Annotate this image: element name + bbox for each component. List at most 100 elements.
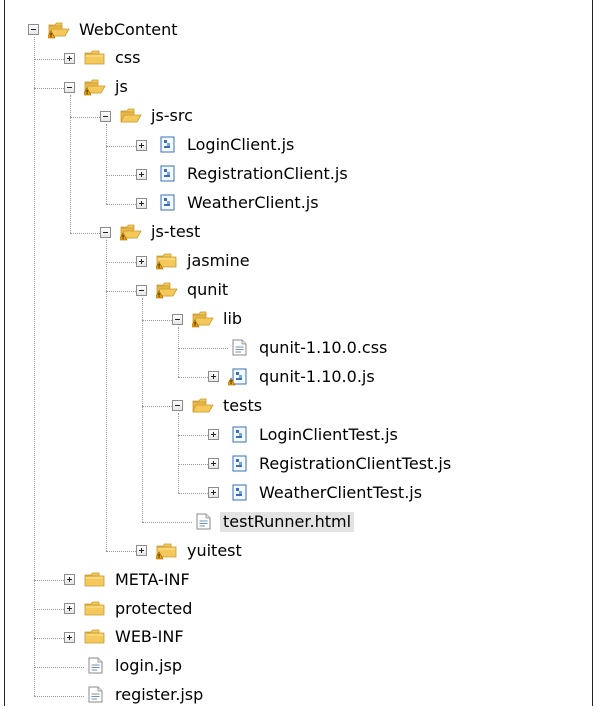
tree-item-registrationclient-js[interactable]: RegistrationClient.js [136,160,351,189]
tree-item-jasmine[interactable]: jasmine [136,247,253,276]
folder-closed-warning-icon [156,542,178,560]
js-file-icon [156,165,178,183]
tree-item-label: css [115,48,141,68]
tree-item-protected[interactable]: protected [64,594,195,623]
folder-open-icon [120,107,142,125]
tree-connector-line [106,261,136,263]
tree-item-label: LoginClientTest.js [259,424,398,444]
tree-item-label: protected [115,598,193,618]
tree-item-label: js-test [151,222,201,242]
expand-toggle-icon[interactable] [64,52,75,64]
expand-toggle-icon[interactable] [208,371,219,383]
tree-item-label: LoginClient.js [187,135,295,155]
tree-connector-line [106,123,107,204]
tree-connector-line [106,290,136,292]
tree-connector-line [34,37,35,696]
collapse-toggle-icon[interactable] [100,226,111,238]
folder-closed-icon [84,49,106,67]
tree-item-label: login.jsp [115,656,182,676]
folder-open-warning-icon [84,78,106,96]
css-file-icon [228,339,250,357]
tree-item-label: WEB-INF [115,627,184,647]
expand-toggle-icon[interactable] [136,197,147,209]
expand-toggle-icon[interactable] [136,139,147,151]
tree-item-js[interactable]: js [64,73,131,102]
folder-open-warning-icon [48,21,70,39]
js-file-icon [156,136,178,154]
tree-item-weatherclienttest-js[interactable]: WeatherClientTest.js [208,478,425,507]
folder-closed-warning-icon [156,252,178,270]
collapse-toggle-icon[interactable] [28,24,39,35]
tree-connector-line [178,413,179,494]
tree-item-label: tests [223,395,263,415]
tree-item-testrunner-html[interactable]: testRunner.html [172,507,355,536]
collapse-toggle-icon[interactable] [100,110,111,122]
expand-toggle-icon[interactable] [64,631,75,643]
tree-item-lib[interactable]: lib [172,305,245,334]
expand-toggle-icon[interactable] [208,487,219,499]
collapse-toggle-icon[interactable] [64,81,75,93]
tree-item-webcontent[interactable]: WebContent [28,15,181,44]
tree-item-yuitest[interactable]: yuitest [136,536,245,565]
tree-item-label: WeatherClient.js [187,193,319,213]
tree-connector-line [70,232,100,234]
tree-item-login-jsp[interactable]: login.jsp [64,652,185,681]
folder-closed-icon [84,628,106,646]
tree-item-weatherclient-js[interactable]: WeatherClient.js [136,189,322,218]
collapse-toggle-icon[interactable] [136,284,147,296]
collapse-toggle-icon[interactable] [172,313,183,325]
tree-item-label: jasmine [187,251,250,271]
js-file-warning-icon [228,368,250,386]
tree-item-label: RegistrationClientTest.js [259,453,452,473]
tree-connector-line [106,239,107,552]
tree-item-qunit-1-10-0-css[interactable]: qunit-1.10.0.css [208,333,390,362]
expand-toggle-icon[interactable] [136,545,147,557]
tree-connector-line [142,406,172,408]
expand-toggle-icon[interactable] [208,458,219,470]
tree-connector-line [106,551,136,553]
tree-connector-line [142,297,143,523]
tree-connector-line [34,58,64,60]
tree-connector-line [178,493,208,495]
tree-connector-line [178,377,208,379]
tree-connector-line [178,435,208,437]
tree-item-label: js [115,77,128,97]
jsp-file-icon [84,657,106,675]
html-file-icon [192,513,214,531]
folder-open-warning-icon [156,281,178,299]
collapse-toggle-icon[interactable] [172,400,183,412]
tree-item-loginclienttest-js[interactable]: LoginClientTest.js [208,420,401,449]
tree-item-qunit-1-10-0-js[interactable]: qunit-1.10.0.js [208,362,378,391]
tree-item-js-src[interactable]: js-src [100,102,196,131]
tree-item-tests[interactable]: tests [172,391,265,420]
tree-item-css[interactable]: css [64,44,143,73]
tree-connector-line [142,319,172,321]
tree-connector-line [178,326,179,378]
tree-connector-line [106,203,136,205]
tree-item-label: qunit [187,280,229,300]
tree-item-register-jsp[interactable]: register.jsp [64,681,206,710]
expand-toggle-icon[interactable] [64,603,75,614]
tree-item-label: register.jsp [115,685,204,705]
expand-toggle-icon[interactable] [208,429,219,441]
expand-toggle-icon[interactable] [136,255,147,267]
folder-closed-icon [84,600,106,618]
tree-item-meta-inf[interactable]: META-INF [64,565,193,594]
folder-open-warning-icon [120,223,142,241]
tree-item-registrationclienttest-js[interactable]: RegistrationClientTest.js [208,449,454,478]
tree-item-loginclient-js[interactable]: LoginClient.js [136,131,297,160]
tree-item-label: qunit-1.10.0.css [259,337,388,357]
tree-item-web-inf[interactable]: WEB-INF [64,623,187,652]
project-tree[interactable]: WebContent css js js-src LoginClient.js Regis… [0,0,597,706]
js-file-icon [228,484,250,502]
tree-connector-line [106,174,136,176]
tree-item-label: RegistrationClient.js [187,164,348,184]
tree-connector-line [70,116,100,118]
tree-item-label: lib [223,309,243,328]
expand-toggle-icon[interactable] [64,574,75,586]
expand-toggle-icon[interactable] [136,168,147,180]
tree-item-label: WebContent [79,19,178,39]
tree-item-qunit[interactable]: qunit [136,276,231,305]
tree-item-js-test[interactable]: js-test [100,218,203,247]
tree-item-label: yuitest [187,540,242,560]
